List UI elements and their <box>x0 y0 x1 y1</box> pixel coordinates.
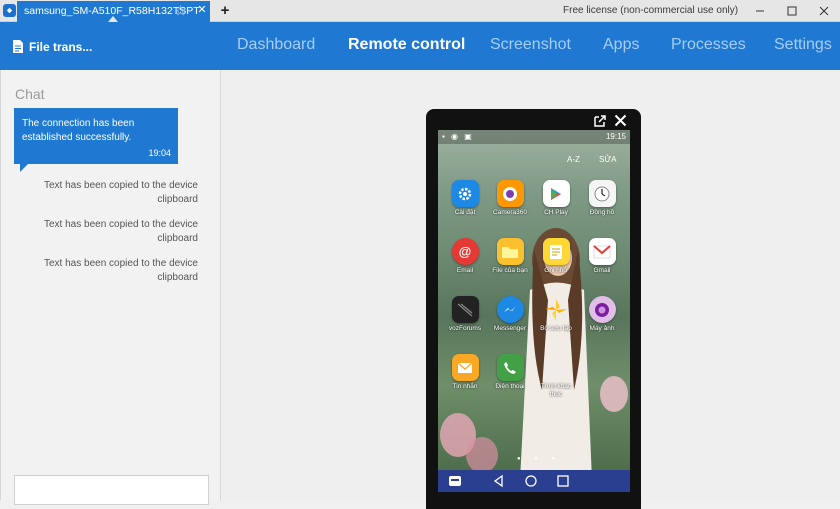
app-camera360[interactable]: Camera360 <box>488 180 532 217</box>
app-memo[interactable]: Ghi nhớ <box>534 238 578 275</box>
app-label: Đồng hồ <box>589 209 615 216</box>
app-browser[interactable]: Trình khác thúc <box>534 354 578 399</box>
file-transfer-label: File trans... <box>29 39 93 54</box>
gallery-icon <box>543 296 570 323</box>
chat-title: Chat <box>15 86 45 102</box>
bubble-tail <box>20 164 28 172</box>
app-icon <box>3 4 16 17</box>
chat-panel: Chat The connection has been established… <box>0 70 221 505</box>
app-phone[interactable]: Điện thoại <box>488 354 532 391</box>
lotus-flower <box>440 413 498 470</box>
app-label: Cài đặt <box>454 209 476 216</box>
incoming-message: The connection has been established succ… <box>14 108 178 164</box>
message-time: 19:04 <box>148 147 171 158</box>
lotus-bud <box>600 376 628 412</box>
maximize-icon <box>787 6 797 16</box>
phone-screen[interactable]: ▪ ◉ ▣ 19:15 A-Z SỬA Cài đặt Camera360 CH… <box>438 130 630 470</box>
nav-processes[interactable]: Processes <box>671 36 746 54</box>
app-label: Tin nhắn <box>452 383 478 390</box>
folder-icon <box>496 238 524 265</box>
app-label: Điện thoại <box>495 383 525 390</box>
chat-input[interactable] <box>14 475 209 505</box>
app-label: Máy ảnh <box>589 325 615 332</box>
nav-apps[interactable]: Apps <box>603 36 639 54</box>
back-icon[interactable] <box>492 474 506 488</box>
app-clock[interactable]: Đồng hồ <box>580 180 624 217</box>
app-vozforums[interactable]: vozForums <box>443 296 487 333</box>
app-email[interactable]: @ Email <box>443 238 487 275</box>
chat-message: Text has been copied to the device clipb… <box>44 180 198 205</box>
gmail-icon <box>588 238 616 265</box>
voz-icon <box>451 296 479 323</box>
app-label: Messenger <box>493 325 527 332</box>
status-bar: ▪ ◉ ▣ 19:15 <box>438 130 630 144</box>
app-label: Camera360 <box>493 209 527 216</box>
license-text: Free license (non-commercial use only) <box>563 5 739 16</box>
app-my-files[interactable]: File của bạn <box>488 238 532 275</box>
nav-settings[interactable]: Settings <box>774 36 832 54</box>
browser-icon <box>543 354 570 381</box>
popout-icon[interactable] <box>593 114 607 128</box>
app-gmail[interactable]: Gmail <box>580 238 624 275</box>
maximize-button[interactable] <box>775 0 809 22</box>
nav-remote-control[interactable]: Remote control <box>348 36 465 54</box>
app-settings[interactable]: Cài đặt <box>443 180 487 217</box>
star-icon[interactable] <box>175 5 186 16</box>
messenger-icon <box>496 296 524 323</box>
close-icon[interactable] <box>614 114 627 127</box>
home-icon[interactable] <box>524 474 538 488</box>
camera-icon <box>496 180 524 207</box>
incoming-message-text: The connection has been established succ… <box>22 118 135 143</box>
chat-message: Text has been copied to the device clipb… <box>44 258 198 283</box>
app-ch-play[interactable]: CH Play <box>534 180 578 217</box>
close-icon <box>819 6 829 16</box>
message-icon <box>451 354 479 381</box>
recents-icon[interactable] <box>556 474 570 488</box>
edit-button[interactable]: SỬA <box>599 155 617 164</box>
app-label: Email <box>456 267 474 274</box>
play-store-icon <box>542 180 570 207</box>
page-indicator: ● ● ● <box>517 456 562 462</box>
minimize-icon <box>756 10 764 12</box>
email-icon: @ <box>451 238 479 265</box>
app-messenger[interactable]: Messenger <box>488 296 532 333</box>
camera-lens-icon <box>588 296 616 323</box>
nav-screenshot[interactable]: Screenshot <box>490 36 571 54</box>
sort-az-button[interactable]: A-Z <box>567 155 580 164</box>
app-label: CH Play <box>544 209 568 216</box>
app-gallery[interactable]: Bộ sưu tập <box>534 296 578 333</box>
memo-icon <box>542 238 570 265</box>
app-label: File của bạn <box>492 267 528 274</box>
new-tab-icon[interactable]: + <box>218 0 232 22</box>
status-icons: ▪ ◉ ▣ <box>442 132 474 141</box>
chat-message: Text has been copied to the device clipb… <box>44 219 198 244</box>
app-messages[interactable]: Tin nhắn <box>443 354 487 391</box>
minimize-button[interactable] <box>743 0 777 22</box>
phone-icon <box>496 354 524 381</box>
clock-icon <box>588 180 616 207</box>
close-tab-icon[interactable]: ✕ <box>196 0 208 21</box>
file-transfer-button[interactable]: File trans... <box>12 39 92 54</box>
app-label: Gmail <box>593 267 611 274</box>
app-camera[interactable]: Máy ảnh <box>580 296 624 333</box>
file-icon <box>13 40 23 53</box>
app-label: Trình khác thúc <box>540 383 572 398</box>
main-toolbar: File trans... Dashboard Remote control S… <box>0 22 840 70</box>
close-window-button[interactable] <box>807 0 840 22</box>
title-bar: samsung_SM-A510F_R58H132TSPT ✕ + Free li… <box>0 0 840 22</box>
status-time: 19:15 <box>605 132 626 141</box>
app-label: vozForums <box>448 325 482 332</box>
nav-dashboard[interactable]: Dashboard <box>237 36 315 54</box>
app-label: Bộ sưu tập <box>540 325 572 332</box>
keyboard-icon[interactable] <box>448 474 462 488</box>
app-label: Ghi nhớ <box>544 267 568 274</box>
gear-icon <box>451 180 479 207</box>
phone-nav-bar <box>438 470 630 492</box>
